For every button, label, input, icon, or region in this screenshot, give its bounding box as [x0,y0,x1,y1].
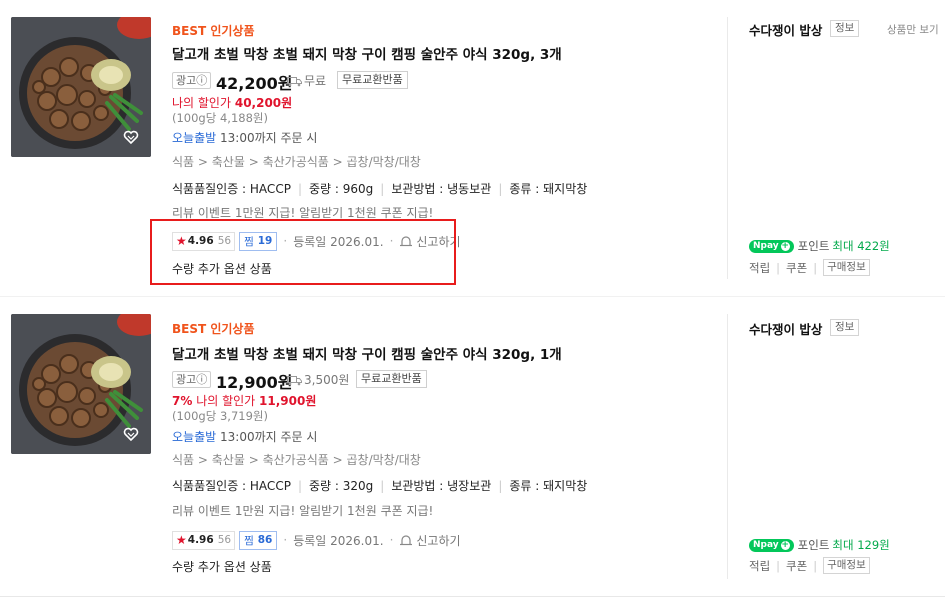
coupon-link[interactable]: 쿠폰 [786,558,807,574]
my-discount-price: 나의 할인가 40,200원 [172,94,292,111]
seller-only-link[interactable]: 상품만 보기 [887,22,939,37]
product-card-1[interactable]: BEST 인기상품 달고개 초벌 막창 초벌 돼지 막창 구이 캠핑 술안주 야… [0,0,945,297]
seller-info-button[interactable]: 정보 [830,20,860,37]
price: 42,200원 [216,74,293,93]
best-badge: BEST 인기상품 [172,322,255,336]
zzim-label: 찜 [244,534,254,547]
spec-item: 식품품질인증 : HACCP [172,182,291,196]
divider [727,314,728,579]
truck-icon [287,376,302,386]
unit-price: (100g당 3,719원) [172,409,268,423]
today-shipping-label: 오늘출발 [172,131,217,145]
spec-item: 보관방법 : 냉장보관 [391,479,492,493]
discount-rate: 7% [172,394,193,408]
npay-text: pay [760,241,779,251]
zzim-badge[interactable]: 찜 86 [239,530,278,550]
product-card-2[interactable]: BEST 인기상품 달고개 초벌 막창 초벌 돼지 막창 구이 캠핑 술안주 야… [0,297,945,597]
npay-point: Npay + 포인트 최대 422원 [749,238,890,254]
today-shipping-text: 13:00까지 주문 시 [220,430,318,444]
my-price-value: 40,200원 [234,96,293,110]
spec-item: 종류 : 돼지막창 [509,479,588,493]
npay-text: pay [760,540,779,550]
review-event[interactable]: 리뷰 이벤트 1만원 지급! 알림받기 1천원 쿠폰 지급! [172,502,433,519]
rating-badge[interactable]: ★ 4.96 56 [172,530,236,550]
save-link[interactable]: 적립 [749,558,770,574]
point-label: 포인트 [797,538,830,552]
today-shipping: 오늘출발 13:00까지 주문 시 [172,428,317,445]
product-title[interactable]: 달고개 초벌 막창 초벌 돼지 막창 구이 캠핑 술안주 야식 320g, 3개 [172,43,562,63]
shipping-fee: 3,500원 [304,373,350,387]
seller-name[interactable]: 수다쟁이 밥상 [749,20,822,39]
shipping-info: 3,500원 [287,371,349,388]
registered-date: 등록일 2026.01. [293,533,384,548]
my-price-label: 나의 할인가 [172,96,232,110]
shipping-fee: 무료 [304,74,327,88]
highlight-box [150,219,456,285]
product-title[interactable]: 달고개 초벌 막창 초벌 돼지 막창 구이 캠핑 술안주 야식 320g, 1개 [172,343,562,363]
truck-icon [287,77,302,87]
benefit-links: 적립 | 쿠폰 | 구매정보 [749,557,870,574]
my-price-label: 나의 할인가 [196,394,256,408]
product-thumbnail[interactable] [11,17,151,157]
spec-item: 식품품질인증 : HACCP [172,479,291,493]
divider [727,17,728,279]
today-shipping-text: 13:00까지 주문 시 [220,131,318,145]
purchase-info-button[interactable]: 구매정보 [823,259,870,276]
report-label: 신고하기 [416,533,461,548]
point-label: 포인트 [797,239,830,253]
coupon-link[interactable]: 쿠폰 [786,260,807,276]
seller-name[interactable]: 수다쟁이 밥상 [749,319,822,338]
breadcrumb[interactable]: 식품 > 축산물 > 축산가공식품 > 곱창/막창/대창 [172,451,421,468]
product-thumbnail[interactable] [11,314,151,454]
shipping-info: 무료 [287,72,326,89]
meta-row: ★ 4.96 56 찜 86 · 등록일 2026.01. · 신고하기 [172,530,461,550]
ad-label[interactable]: 광고ⓘ [172,371,212,388]
plus-icon: + [780,539,790,550]
spec-item: 중량 : 320g [308,479,374,493]
npay-logo: Npay + [749,538,794,552]
spec-item: 보관방법 : 냉동보관 [391,182,492,196]
plus-icon: + [780,240,790,251]
seller-info-button[interactable]: 정보 [830,319,860,336]
breadcrumb[interactable]: 식품 > 축산물 > 축산가공식품 > 곱창/막창/대창 [172,153,421,170]
spec-list: 식품품질인증 : HACCP | 중량 : 320g | 보관방법 : 냉장보관 | 종류 … [172,479,588,493]
today-shipping: 오늘출발 13:00까지 주문 시 [172,129,317,146]
today-shipping-label: 오늘출발 [172,430,217,444]
benefit-links: 적립 | 쿠폰 | 구매정보 [749,259,870,276]
star-icon: ★ [176,533,187,547]
rating-count: 56 [217,534,232,546]
ad-label[interactable]: 광고ⓘ [172,72,212,89]
point-value: 최대 422원 [832,239,890,253]
siren-icon [400,535,413,546]
free-exchange-badge: 무료교환반품 [337,71,408,89]
rating-value: 4.96 [187,534,214,546]
spec-item: 종류 : 돼지막창 [509,182,588,196]
save-link[interactable]: 적립 [749,260,770,276]
purchase-info-button[interactable]: 구매정보 [823,557,870,574]
npay-logo: Npay + [749,239,794,253]
my-price-value: 11,900원 [259,394,317,408]
npay-point: Npay + 포인트 최대 129원 [749,537,890,553]
report-link[interactable]: 신고하기 [399,532,461,549]
spec-list: 식품품질인증 : HACCP | 중량 : 960g | 보관방법 : 냉동보관 | 종류 … [172,182,588,196]
free-exchange-badge: 무료교환반품 [356,370,427,388]
heart-icon[interactable] [123,426,139,442]
best-badge: BEST 인기상품 [172,24,255,38]
unit-price: (100g당 4,188원) [172,111,268,125]
my-discount-price: 7% 나의 할인가 11,900원 [172,392,316,409]
spec-item: 중량 : 960g [308,182,374,196]
point-value: 최대 129원 [832,538,890,552]
price: 12,900원 [216,373,293,392]
heart-icon[interactable] [123,129,139,145]
zzim-count: 86 [257,534,273,546]
option-text: 수량 추가 옵션 상품 [172,560,272,574]
